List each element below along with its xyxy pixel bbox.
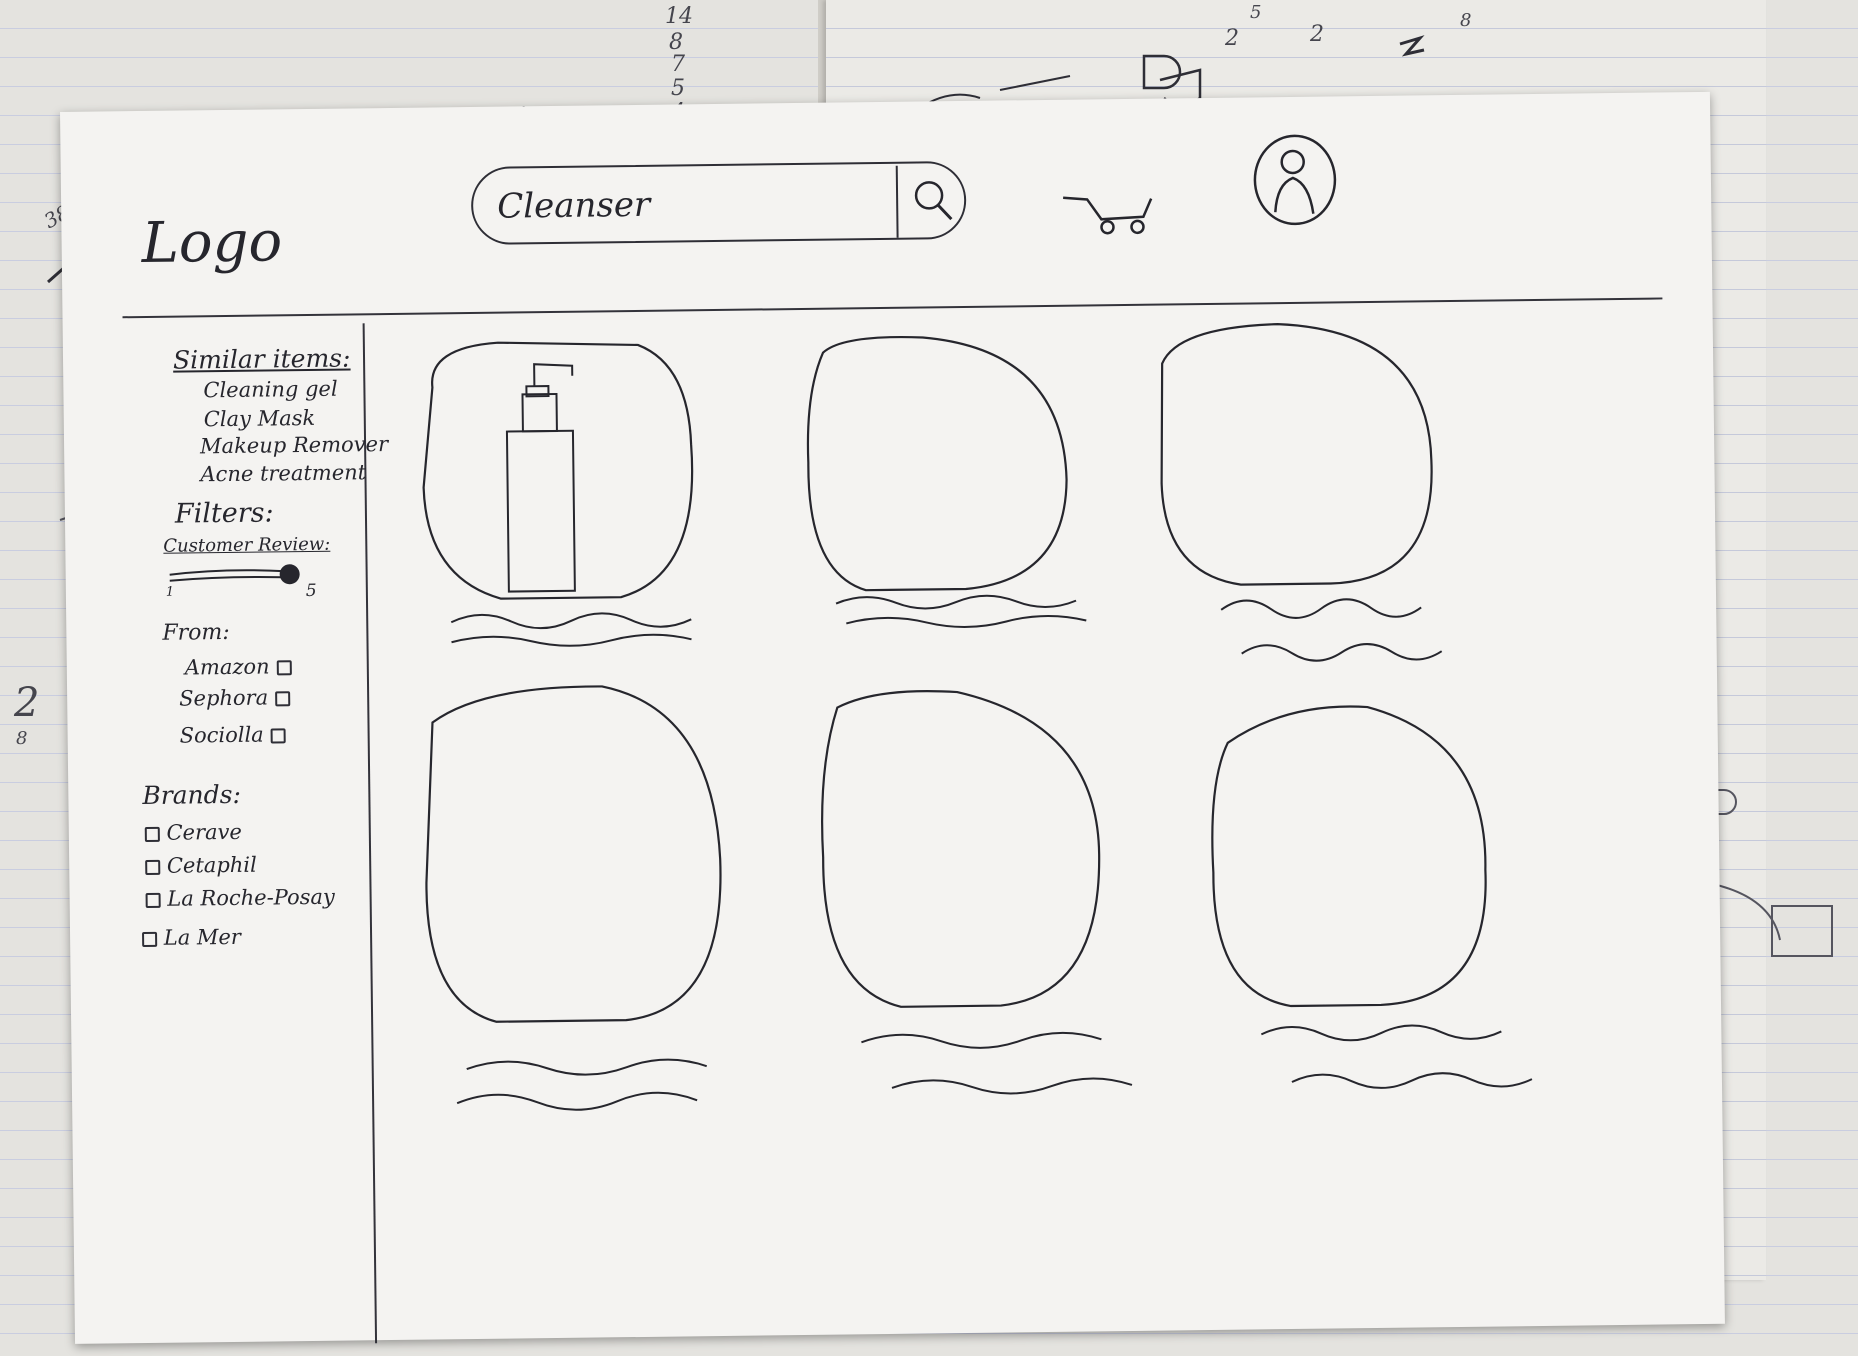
product-name-placeholder [450, 612, 692, 647]
product-name-placeholder [835, 594, 1087, 628]
source-label: Amazon [184, 654, 270, 680]
filters-heading: Filters: [174, 497, 274, 530]
similar-item[interactable]: Cleaning gel [203, 377, 337, 403]
product-card[interactable] [1158, 320, 1452, 662]
similar-items-heading: Similar items: [172, 343, 351, 375]
profile-button[interactable] [1250, 131, 1341, 227]
slider-min-label: 1 [165, 584, 175, 600]
product-card[interactable] [1207, 699, 1533, 1089]
product-image[interactable] [422, 679, 736, 1043]
product-name-placeholder [456, 1058, 708, 1111]
search-button[interactable] [903, 171, 962, 230]
source-checkbox[interactable] [274, 691, 290, 707]
product-name-placeholder [1260, 1024, 1533, 1089]
source-checkbox[interactable] [270, 728, 286, 744]
product-name-placeholder [1220, 598, 1443, 662]
cart-button[interactable] [1061, 179, 1162, 250]
product-card[interactable] [803, 329, 1097, 633]
source-option[interactable]: Sociolla [179, 722, 286, 748]
similar-item[interactable]: Makeup Remover [200, 432, 388, 458]
search-bar [470, 160, 967, 245]
slider-knob[interactable] [279, 564, 300, 585]
product-card[interactable] [422, 679, 736, 1111]
brand-label: Cetaphil [166, 852, 257, 878]
product-image[interactable] [418, 334, 712, 638]
product-card[interactable] [418, 334, 712, 647]
slider-max-label: 5 [305, 580, 317, 602]
cart-icon [1063, 196, 1153, 235]
brand-option[interactable]: La Roche-Posay [145, 884, 335, 911]
brand-label: La Mer [163, 924, 242, 950]
brand-checkbox[interactable] [142, 931, 158, 948]
slider-track [169, 564, 300, 585]
logo[interactable]: Logo [141, 209, 282, 276]
brand-label: La Roche-Posay [167, 884, 335, 911]
brand-checkbox[interactable] [144, 826, 160, 843]
from-heading: From: [162, 619, 230, 646]
product-card[interactable] [817, 684, 1133, 1095]
product-image[interactable] [1158, 320, 1452, 624]
customer-review-label: Customer Review: [163, 533, 331, 557]
product-name-placeholder [861, 1031, 1133, 1095]
brands-heading: Brands: [142, 779, 242, 811]
product-image[interactable] [1207, 699, 1501, 1023]
brand-option[interactable]: Cetaphil [145, 853, 257, 878]
source-option[interactable]: Amazon [184, 654, 292, 680]
brand-label: Cerave [166, 819, 243, 845]
source-option[interactable]: Sephora [179, 685, 290, 711]
profile-icon [1253, 134, 1337, 226]
similar-item[interactable]: Acne treatment [200, 460, 366, 486]
source-checkbox[interactable] [276, 660, 292, 676]
brand-option[interactable]: La Mer [142, 925, 241, 950]
search-input[interactable] [494, 177, 890, 231]
similar-item[interactable]: Clay Mask [204, 406, 316, 431]
source-label: Sephora [179, 685, 269, 711]
header-divider [122, 297, 1663, 319]
brand-option[interactable]: Cerave [144, 819, 243, 845]
brand-checkbox[interactable] [145, 859, 161, 876]
search-divider [895, 165, 899, 238]
source-label: Sociolla [179, 722, 264, 748]
search-icon [914, 181, 953, 221]
wireframe-sheet: Logo Similar items: Cleaning gel Clay M [60, 91, 1725, 1344]
product-image[interactable] [817, 684, 1111, 1018]
customer-review-slider[interactable]: 1 5 [165, 559, 317, 602]
brand-checkbox[interactable] [145, 892, 161, 909]
cleanser-bottle-icon [505, 363, 576, 593]
